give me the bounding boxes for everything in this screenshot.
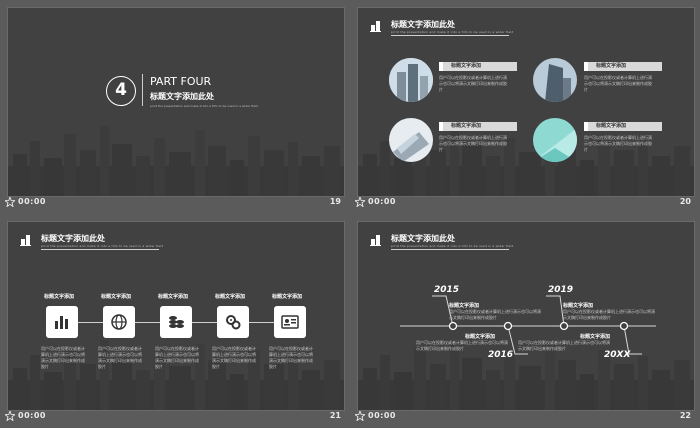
building-icon: [20, 235, 31, 246]
slide-20-canvas: 标题文字添加此处 print the presentation and make…: [357, 7, 695, 197]
step-desc-5: 用户可以在投影仪或者计算机上进行演示也可以将演示文稿打印出来制作成胶片: [269, 346, 313, 369]
step-box-2: [103, 306, 135, 338]
step-desc-3: 用户可以在投影仪或者计算机上进行演示也可以将演示文稿打印出来制作成胶片: [155, 346, 199, 369]
slide-footer: 00:00 22: [355, 410, 691, 424]
item-label-text: 标题文字添加: [596, 123, 627, 129]
slide-footer: 00:00 20: [355, 196, 691, 210]
milestone-year-1: 2015: [434, 285, 460, 295]
timing-label: 00:00: [368, 197, 396, 206]
photo-circle-1: [389, 58, 433, 102]
step-desc-1: 用户可以在投影仪或者计算机上进行演示也可以将演示文稿打印出来制作成胶片: [41, 346, 85, 369]
timing-label: 00:00: [368, 411, 396, 420]
coins-icon: [169, 316, 184, 328]
step-desc-4: 用户可以在投影仪或者计算机上进行演示也可以将演示文稿打印出来制作成胶片: [212, 346, 256, 369]
title-underline: [41, 249, 159, 250]
milestone-year-3: 2019: [548, 285, 574, 295]
slide-subtitle: print the presentation and make it into …: [41, 244, 164, 248]
item-label-2: 标题文字添加: [584, 62, 662, 71]
step-box-5: [274, 306, 306, 338]
slide-21-canvas: 标题文字添加此处 print the presentation and make…: [7, 221, 345, 411]
photo-circle-3: [389, 118, 433, 162]
milestone-desc-1: 用户可以在投影仪或者计算机上进行演示也可以将演示文稿打印出来制作成胶片: [449, 309, 541, 320]
item-label-3: 标题文字添加: [439, 122, 517, 131]
item-desc-3: 用户可以在投影仪或者计算机上进行演示也可以将演示文稿打印出来制作成胶片: [439, 135, 507, 152]
skyscraper-photo: [389, 58, 433, 102]
item-label-text: 标题文字添加: [451, 63, 482, 69]
item-desc-1: 用户可以在投影仪或者计算机上进行演示也可以将演示文稿打印出来制作成胶片: [439, 75, 507, 92]
milestone-desc-3: 用户可以在投影仪或者计算机上进行演示也可以将演示文稿打印出来制作成胶片: [563, 309, 655, 320]
item-label-text: 标题文字添加: [451, 123, 482, 129]
star-icon: [355, 411, 365, 421]
slide-footer: 00:00 21: [5, 410, 341, 424]
item-desc-4: 用户可以在投影仪或者计算机上进行演示也可以将演示文稿打印出来制作成胶片: [584, 135, 652, 152]
star-icon: [355, 197, 365, 207]
section-title: 标题文字添加此处: [150, 92, 214, 101]
building-icon: [370, 21, 381, 32]
part-label: PART FOUR: [150, 75, 212, 88]
divider: [142, 74, 143, 106]
milestone-title-4: 标题文字添加: [580, 334, 611, 340]
slide-title: 标题文字添加此处: [41, 234, 105, 243]
timeline-connector-3: [546, 295, 565, 327]
milestone-desc-4: 用户可以在投影仪或者计算机上进行演示也可以将演示文稿打印出来制作成胶片: [518, 340, 610, 351]
teal-architecture-photo: [533, 118, 577, 162]
slide-22-canvas: 标题文字添加此处 print the presentation and make…: [357, 221, 695, 411]
slide-thumb-19[interactable]: 4 PART FOUR 标题文字添加此处 print the presentat…: [0, 0, 345, 211]
number-badge: 4: [106, 76, 136, 106]
step-desc-2: 用户可以在投影仪或者计算机上进行演示也可以将演示文稿打印出来制作成胶片: [98, 346, 142, 369]
timeline-node-1: [448, 321, 458, 331]
slide-19-canvas: 4 PART FOUR 标题文字添加此处 print the presentat…: [7, 7, 345, 197]
city-skyline-image: [8, 340, 344, 410]
city-skyline-image: [8, 126, 344, 196]
globe-icon: [111, 314, 127, 330]
step-box-1: [46, 306, 78, 338]
item-label-1: 标题文字添加: [439, 62, 517, 71]
step-title-2: 标题文字添加: [101, 294, 132, 300]
slide-number: 20: [679, 197, 691, 206]
step-title-3: 标题文字添加: [158, 294, 189, 300]
title-underline: [391, 35, 509, 36]
photo-circle-4: [533, 118, 577, 162]
slide-thumb-21[interactable]: 标题文字添加此处 print the presentation and make…: [0, 214, 345, 425]
number-badge-text: 4: [115, 80, 127, 100]
slide-number: 22: [679, 411, 691, 420]
gears-icon: [226, 315, 241, 330]
slide-footer: 00:00 19: [5, 196, 341, 210]
chart-icon: [55, 316, 68, 329]
photo-circle-2: [533, 58, 577, 102]
step-title-5: 标题文字添加: [272, 294, 303, 300]
item-label-text: 标题文字添加: [596, 63, 627, 69]
timeline-node-2: [503, 321, 513, 331]
slide-number: 19: [329, 197, 341, 206]
timeline-node-3: [559, 321, 569, 331]
slide-thumb-20[interactable]: 标题文字添加此处 print the presentation and make…: [350, 0, 695, 211]
timing-label: 00:00: [18, 411, 46, 420]
item-label-4: 标题文字添加: [584, 122, 662, 131]
slide-number: 21: [329, 411, 341, 420]
star-icon: [5, 411, 15, 421]
tower-photo: [533, 58, 577, 102]
step-box-4: [217, 306, 249, 338]
milestone-title-1: 标题文字添加: [449, 303, 480, 309]
milestone-title-3: 标题文字添加: [563, 303, 594, 309]
star-icon: [5, 197, 15, 207]
timing-label: 00:00: [18, 197, 46, 206]
step-title-1: 标题文字添加: [44, 294, 75, 300]
milestone-title-2: 标题文字添加: [465, 334, 496, 340]
step-title-4: 标题文字添加: [215, 294, 246, 300]
item-desc-2: 用户可以在投影仪或者计算机上进行演示也可以将演示文稿打印出来制作成胶片: [584, 75, 652, 92]
timeline-node-4: [619, 321, 629, 331]
section-subtitle: print the presentation and make it into …: [150, 104, 258, 108]
slide-thumb-22[interactable]: 标题文字添加此处 print the presentation and make…: [350, 214, 695, 425]
slide-subtitle: print the presentation and make it into …: [391, 30, 514, 34]
glass-building-photo: [389, 118, 433, 162]
step-box-3: [160, 306, 192, 338]
milestone-year-2: 2016: [488, 350, 514, 360]
id-card-icon: [281, 315, 299, 329]
milestone-year-4: 20XX: [604, 350, 631, 360]
slide-title: 标题文字添加此处: [391, 20, 455, 29]
